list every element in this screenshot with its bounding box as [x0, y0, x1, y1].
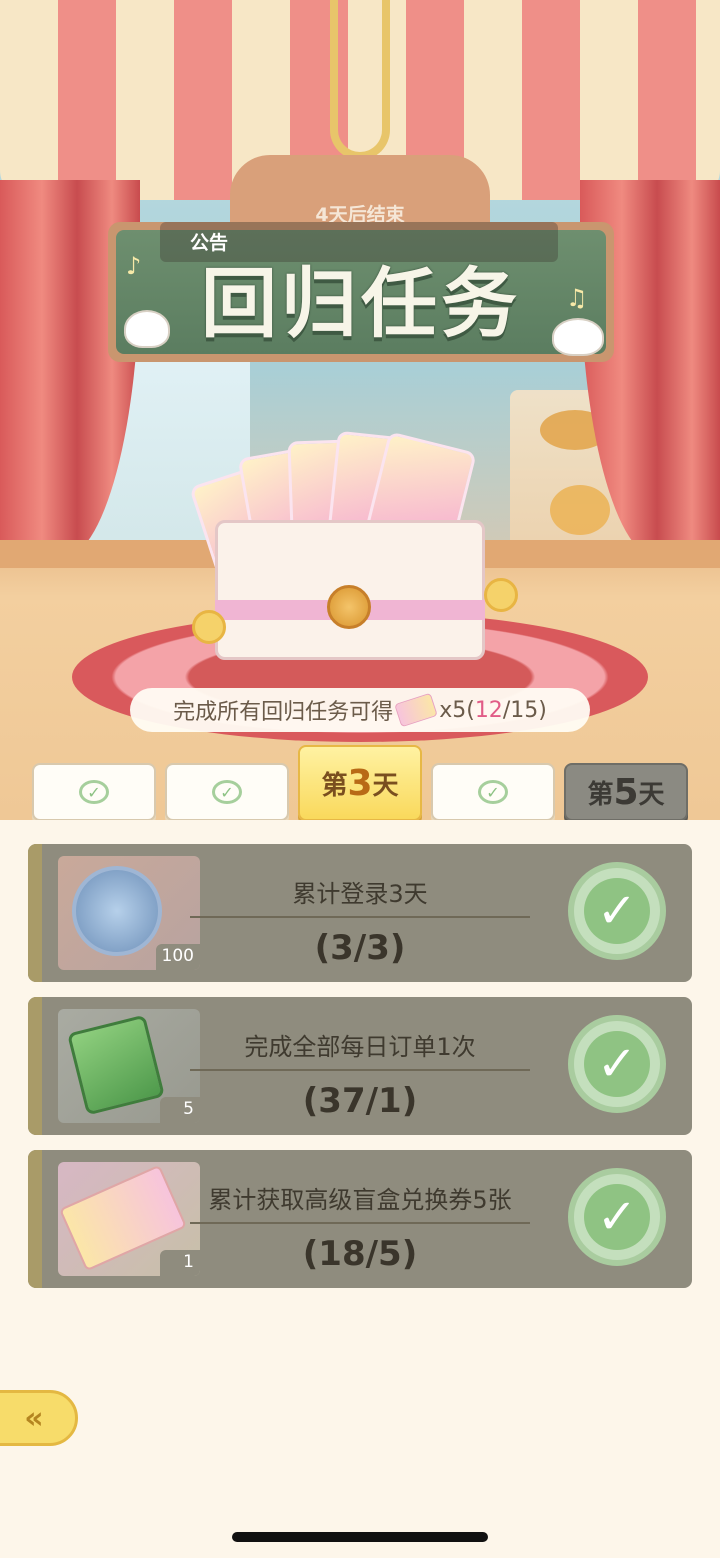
task-divider — [190, 1222, 530, 1224]
back-arrow-icon: « — [24, 1400, 44, 1436]
task-stripe — [28, 1150, 42, 1288]
tab-day-3[interactable]: 第 3 天 — [298, 745, 422, 820]
check-icon: ✓ — [212, 780, 242, 804]
check-icon: ✓ — [478, 780, 508, 804]
music-note-right-icon: ♫ — [566, 284, 588, 312]
task-stripe — [28, 844, 42, 982]
task-reward-slot: 100 — [58, 856, 200, 970]
tab-day-3-number: 3 — [347, 762, 373, 804]
back-button[interactable]: « — [0, 1390, 78, 1446]
task-progress: (18/5) — [302, 1234, 418, 1274]
bird-right-icon — [552, 318, 604, 356]
check-icon: ✓ — [79, 780, 109, 804]
task-reward-slot: 5 — [58, 1009, 200, 1123]
bird-left-icon — [124, 310, 170, 348]
task-divider — [190, 916, 530, 918]
music-note-left-icon: ♪ — [126, 252, 142, 280]
reward-text: 完成所有回归任务可得 — [173, 700, 394, 725]
home-indicator[interactable] — [232, 1532, 488, 1542]
task-row: 1 累计获取高级盲盒兑换券5张 (18/5) ✓ — [28, 1150, 692, 1288]
tab-day-5-suffix: 天 — [638, 779, 665, 810]
ticket-icon — [394, 692, 438, 728]
tab-day-3-prefix: 第 — [321, 770, 348, 801]
task-row: 5 完成全部每日订单1次 (37/1) ✓ — [28, 997, 692, 1135]
task-reward-slot: 1 — [58, 1162, 200, 1276]
reward-progress-open: ( — [466, 697, 475, 723]
flower-left-icon — [192, 610, 226, 644]
task-title: 累计登录3天 — [292, 880, 428, 908]
banner-scene: 4天后结束 回归任务 公告 ♪ ♫ 完成所有回归任务可得 x5 ( 12 /15… — [0, 0, 720, 820]
tab-day-2[interactable]: ✓ — [165, 763, 289, 820]
reward-progress-current: 12 — [474, 697, 503, 723]
wax-seal-icon — [327, 585, 371, 629]
tab-day-1[interactable]: ✓ — [32, 763, 156, 820]
task-progress: (3/3) — [314, 928, 406, 968]
tab-day-5-number: 5 — [613, 771, 639, 813]
task-stripe — [28, 997, 42, 1135]
tab-day-4[interactable]: ✓ — [431, 763, 555, 820]
reward-progress-total: /15) — [502, 697, 547, 723]
day-tabs: ✓ ✓ 第 3 天 ✓ 第 5 天 — [32, 745, 688, 820]
task-progress: (37/1) — [302, 1081, 418, 1121]
task-complete-button[interactable]: ✓ — [568, 862, 666, 960]
task-complete-button[interactable]: ✓ — [568, 1168, 666, 1266]
task-complete-button[interactable]: ✓ — [568, 1015, 666, 1113]
checkmark-icon: ✓ — [584, 878, 650, 944]
checkmark-icon: ✓ — [584, 1184, 650, 1250]
time-ticket-30min-icon — [67, 1014, 165, 1116]
compass-coin-icon — [72, 866, 162, 956]
checkmark-icon: ✓ — [584, 1031, 650, 1097]
notice-label: 公告 — [190, 232, 229, 254]
reward-summary: 完成所有回归任务可得 x5 ( 12 /15) — [130, 688, 590, 732]
tab-day-5-prefix: 第 — [587, 779, 614, 810]
sign-rope — [330, 0, 390, 160]
flower-right-icon — [484, 578, 518, 612]
task-divider — [190, 1069, 530, 1071]
tab-day-5[interactable]: 第 5 天 — [564, 763, 688, 820]
task-row: 100 累计登录3天 (3/3) ✓ — [28, 844, 692, 982]
task-title: 完成全部每日订单1次 — [244, 1033, 476, 1061]
tab-day-3-suffix: 天 — [372, 770, 399, 801]
reward-multiplier: x5 — [439, 697, 467, 723]
task-title: 累计获取高级盲盒兑换券5张 — [208, 1186, 512, 1214]
